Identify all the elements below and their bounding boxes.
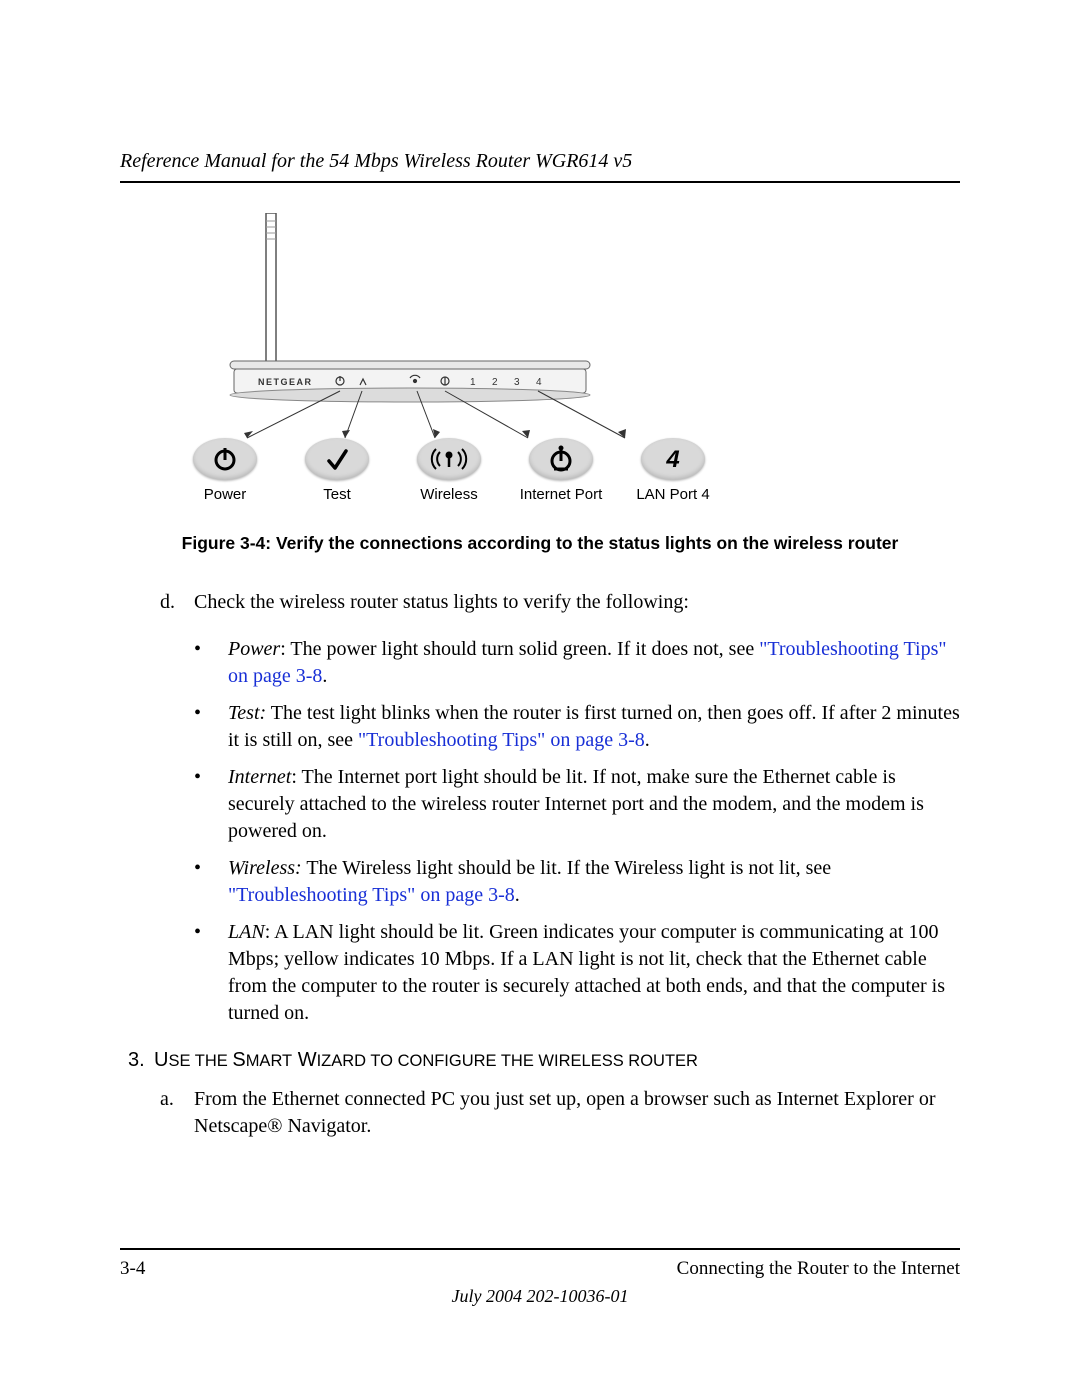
bullet-body: Wireless: The Wireless light should be l… (228, 855, 960, 909)
sub-bullet: •Power: The power light should turn soli… (194, 636, 960, 690)
bullet-body: LAN: A LAN light should be lit. Green in… (228, 919, 960, 1027)
brand-text: NETGEAR (258, 377, 313, 387)
bullet-term: LAN (228, 921, 265, 943)
step-3a-text: From the Ethernet connected PC you just … (194, 1086, 960, 1140)
sub-bullet: •LAN: A LAN light should be lit. Green i… (194, 919, 960, 1027)
figure-3-4: NETGEAR 1 2 3 4 (210, 213, 850, 513)
bullet-dot: • (194, 764, 228, 845)
page-number: 3-4 (120, 1258, 145, 1280)
list-marker-d: d. (160, 589, 194, 616)
step-d-intro: Check the wireless router status lights … (194, 589, 689, 616)
callout-label: Internet Port (520, 486, 603, 503)
header-rule (120, 181, 960, 183)
running-header: Reference Manual for the 54 Mbps Wireles… (120, 150, 960, 181)
bullet-body: Internet: The Internet port light should… (228, 764, 960, 845)
bullet-dot: • (194, 919, 228, 1027)
callout-lan4: 4 LAN Port 4 (628, 438, 718, 503)
sub-bullet: •Wireless: The Wireless light should be … (194, 855, 960, 909)
cross-ref-link[interactable]: "Troubleshooting Tips" on page 3-8 (228, 638, 947, 687)
svg-text:2: 2 (492, 377, 498, 388)
bullet-dot: • (194, 636, 228, 690)
callout-label: Test (323, 486, 351, 503)
callout-power: Power (180, 438, 270, 503)
router-illustration: NETGEAR 1 2 3 4 (220, 213, 740, 443)
callout-internet: Internet Port (516, 438, 606, 503)
section-3-heading: 3.USE THE SMART WIZARD TO CONFIGURE THE … (128, 1049, 960, 1072)
svg-text:4: 4 (665, 446, 679, 473)
footer-date: July 2004 202-10036-01 (120, 1286, 960, 1307)
sub-bullet: •Internet: The Internet port light shoul… (194, 764, 960, 845)
footer-rule (120, 1248, 960, 1250)
svg-text:1: 1 (470, 377, 476, 388)
callout-wireless: Wireless (404, 438, 494, 503)
internet-icon (546, 444, 576, 474)
pdf-page: Reference Manual for the 54 Mbps Wireles… (0, 0, 1080, 1397)
lan4-icon: 4 (659, 445, 687, 473)
callout-row: Power Test Wireless (180, 438, 718, 503)
bullet-body: Test: The test light blinks when the rou… (228, 700, 960, 754)
svg-text:3: 3 (514, 377, 520, 388)
callout-label: LAN Port 4 (636, 486, 709, 503)
bullet-term: Internet (228, 766, 291, 788)
page-footer: 3-4 Connecting the Router to the Interne… (120, 1248, 960, 1307)
bullet-term: Test: (228, 702, 266, 724)
bullet-body: Power: The power light should turn solid… (228, 636, 960, 690)
figure-caption: Figure 3-4: Verify the connections accor… (120, 533, 960, 554)
bullet-term: Wireless: (228, 857, 302, 879)
list-marker-a: a. (160, 1086, 194, 1140)
callout-label: Wireless (420, 486, 478, 503)
power-icon (211, 445, 239, 473)
footer-section-title: Connecting the Router to the Internet (677, 1258, 960, 1280)
sub-bullet: •Test: The test light blinks when the ro… (194, 700, 960, 754)
bullet-term: Power (228, 638, 280, 660)
step-3a: a. From the Ethernet connected PC you ju… (160, 1086, 960, 1140)
sub-bullet-list: •Power: The power light should turn soli… (194, 636, 960, 1027)
test-icon (323, 445, 351, 473)
bullet-dot: • (194, 855, 228, 909)
step-d: d. Check the wireless router status ligh… (120, 589, 960, 1027)
wireless-icon (426, 445, 472, 473)
svg-text:4: 4 (536, 377, 542, 388)
cross-ref-link[interactable]: "Troubleshooting Tips" on page 3-8 (228, 884, 515, 906)
cross-ref-link[interactable]: "Troubleshooting Tips" on page 3-8 (358, 729, 645, 751)
callout-label: Power (204, 486, 247, 503)
callout-test: Test (292, 438, 382, 503)
bullet-dot: • (194, 700, 228, 754)
